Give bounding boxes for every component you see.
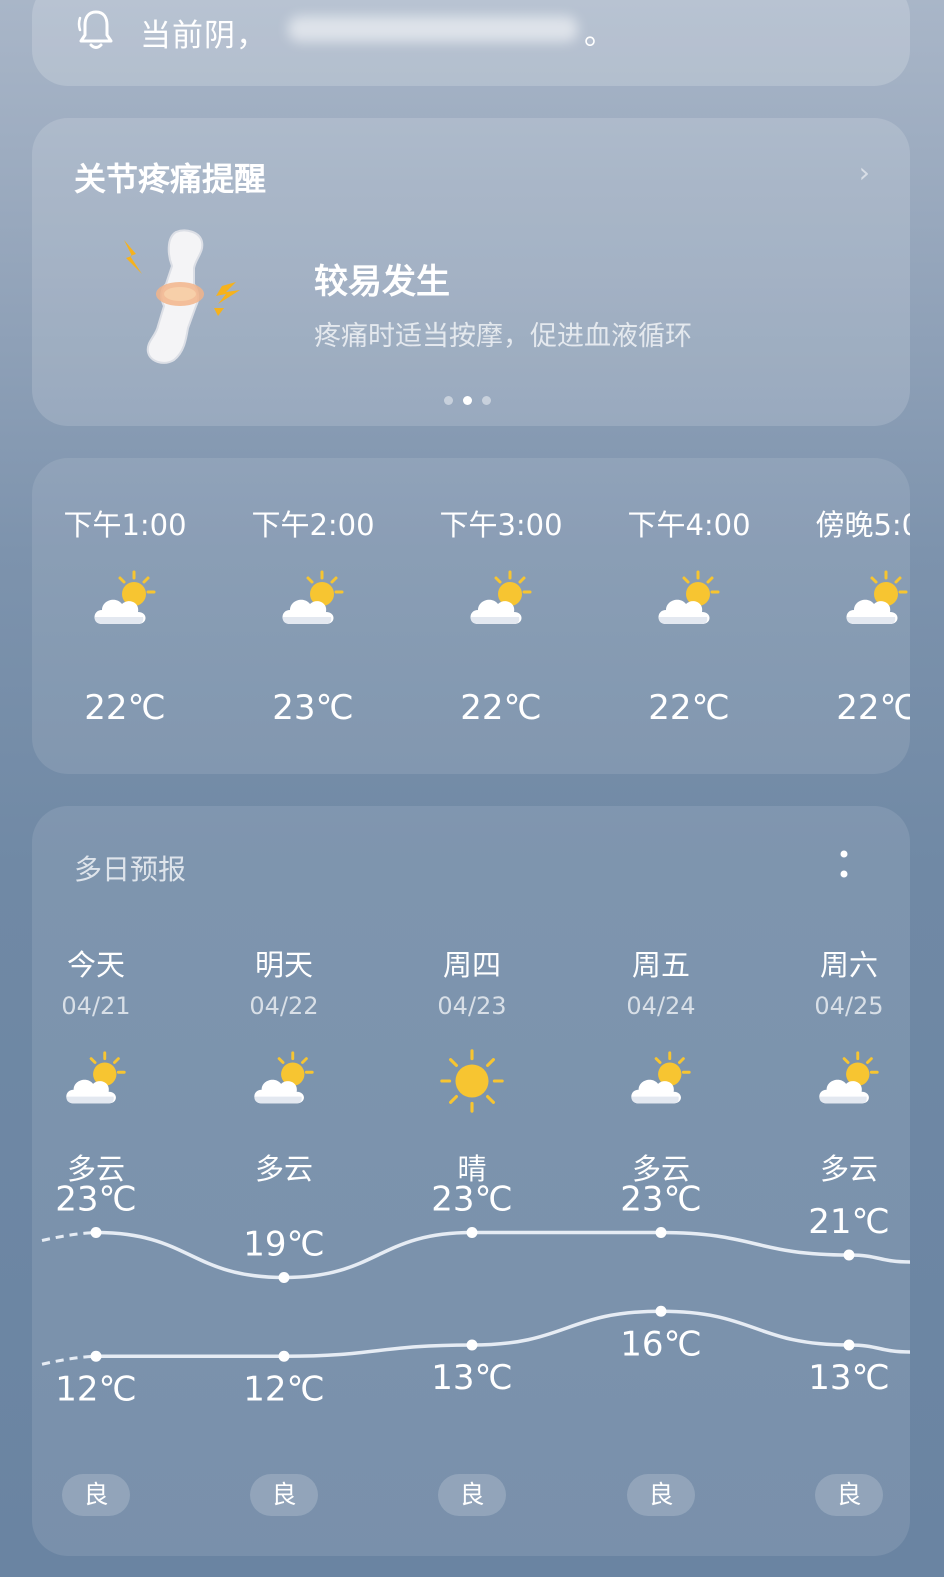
- day-item[interactable]: 明天 04/22 多云 良: [204, 806, 364, 1556]
- day-date: 04/25: [814, 992, 884, 1020]
- day-name: 明天: [254, 948, 313, 982]
- partly-cloudy-icon: [60, 1046, 132, 1116]
- joint-pain-illustration: [124, 229, 240, 364]
- hourly-item[interactable]: 下午1:00 22℃: [50, 458, 200, 774]
- hour-time: 下午2:00: [251, 508, 375, 542]
- alert-text-end: 。: [584, 16, 615, 52]
- partly-cloudy-icon: [652, 568, 726, 634]
- hourly-item[interactable]: 下午2:00 23℃: [238, 458, 388, 774]
- hourly-item[interactable]: 傍晚5:00 22℃: [802, 458, 910, 774]
- aqi-badge[interactable]: 良: [627, 1474, 695, 1516]
- hourly-forecast-card[interactable]: 下午1:00 22℃ 下午2:00 23℃ 下午3:00 22℃ 下午4:00 …: [32, 458, 910, 774]
- joint-pain-advice: 疼痛时适当按摩，促进血液循环: [314, 321, 692, 352]
- day-condition: 多云: [631, 1152, 690, 1186]
- daily-forecast-card[interactable]: 多日预报 23℃ 19℃ 23℃ 23℃ 21℃ 12℃ 12℃ 13℃ 16℃ 13℃ 今天 0…: [32, 806, 910, 1556]
- aqi-badge[interactable]: 良: [250, 1474, 318, 1516]
- day-item[interactable]: 周六 04/25 多云 良: [769, 806, 929, 1556]
- day-condition: 多云: [254, 1152, 313, 1186]
- aqi-badge[interactable]: 良: [62, 1474, 130, 1516]
- day-date: 04/24: [626, 992, 696, 1020]
- page-dot: [482, 396, 491, 405]
- hour-time: 下午4:00: [627, 508, 751, 542]
- hour-time: 下午1:00: [63, 508, 187, 542]
- page-dot-active: [463, 396, 472, 405]
- day-item[interactable]: 今天 04/21 多云 良: [16, 806, 176, 1556]
- aqi-badge[interactable]: 良: [438, 1474, 506, 1516]
- hourly-item[interactable]: 下午4:00 22℃: [614, 458, 764, 774]
- partly-cloudy-icon: [248, 1046, 320, 1116]
- day-condition: 多云: [819, 1152, 878, 1186]
- page-dot: [444, 396, 453, 405]
- day-condition: 多云: [66, 1152, 125, 1186]
- alert-text: 当前阴，: [140, 18, 268, 54]
- day-item[interactable]: 周四 04/23 晴 良: [392, 806, 552, 1556]
- day-date: 04/22: [249, 992, 319, 1020]
- day-name: 周五: [631, 948, 690, 982]
- day-condition: 晴: [457, 1152, 487, 1186]
- hour-temp: 23℃: [272, 688, 354, 728]
- hour-temp: 22℃: [84, 688, 166, 728]
- partly-cloudy-icon: [840, 568, 910, 634]
- hour-time: 傍晚5:00: [815, 508, 910, 542]
- hourly-item[interactable]: 下午3:00 22℃: [426, 458, 576, 774]
- bell-icon: [77, 10, 113, 49]
- joint-pain-level: 较易发生: [314, 262, 450, 302]
- hour-temp: 22℃: [648, 688, 730, 728]
- alert-redacted: [288, 16, 578, 42]
- chevron-right-icon[interactable]: ›: [859, 156, 870, 189]
- partly-cloudy-icon: [464, 568, 538, 634]
- partly-cloudy-icon: [625, 1046, 697, 1116]
- day-date: 04/21: [61, 992, 131, 1020]
- joint-pain-title: 关节疼痛提醒: [74, 160, 267, 198]
- partly-cloudy-icon: [88, 568, 162, 634]
- day-name: 周四: [442, 948, 501, 982]
- page-indicator: [444, 396, 491, 405]
- day-name: 周六: [819, 948, 878, 982]
- joint-pain-card[interactable]: 关节疼痛提醒 › 较易发生 疼痛时适当按摩，促进血液循环: [32, 118, 910, 426]
- day-name: 今天: [66, 948, 125, 982]
- hour-time: 下午3:00: [439, 508, 563, 542]
- day-item[interactable]: 周五 04/24 多云 良: [581, 806, 741, 1556]
- alert-card[interactable]: 当前阴， 。: [32, 0, 910, 86]
- partly-cloudy-icon: [813, 1046, 885, 1116]
- aqi-badge[interactable]: 良: [815, 1474, 883, 1516]
- hour-temp: 22℃: [460, 688, 542, 728]
- partly-cloudy-icon: [276, 568, 350, 634]
- sun-icon: [436, 1046, 508, 1116]
- hour-temp: 22℃: [836, 688, 910, 728]
- day-date: 04/23: [437, 992, 507, 1020]
